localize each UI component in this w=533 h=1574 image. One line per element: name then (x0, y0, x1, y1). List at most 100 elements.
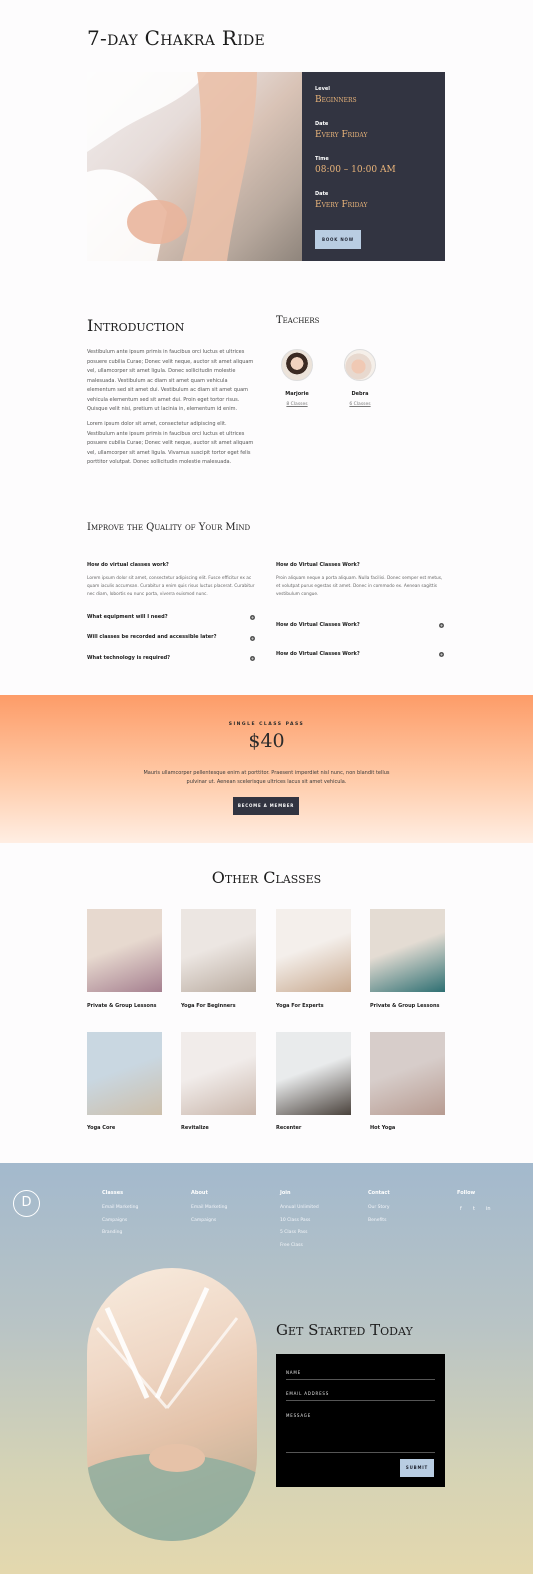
footer-link[interactable]: Annual Unlimited (280, 1205, 319, 1210)
expand-plus-icon[interactable]: + (250, 615, 255, 620)
class-thumbnail[interactable] (181, 1032, 256, 1115)
name-input[interactable] (286, 1379, 435, 1380)
expand-plus-icon[interactable]: + (250, 656, 255, 661)
class-title[interactable]: Recenter (276, 1125, 366, 1131)
class-thumbnail[interactable] (87, 1032, 162, 1115)
class-card[interactable]: Yoga For Experts (276, 909, 351, 1009)
class-card[interactable]: Private & Group Lessons (370, 909, 445, 1009)
footer-link[interactable]: Campaigns (102, 1218, 127, 1223)
footer-photo (87, 1268, 257, 1541)
intro-paragraph-1: Vestibulum ante ipsum primis in faucibus… (87, 349, 254, 412)
page-title: 7-day Chakra Ride (87, 26, 266, 50)
class-title[interactable]: Private & Group Lessons (87, 1003, 177, 1009)
faq-question[interactable]: What technology is required? (87, 655, 170, 661)
date-label-2: Date (315, 191, 329, 197)
message-label: MESSAGE (286, 1413, 312, 1418)
expand-plus-icon[interactable]: + (439, 623, 444, 628)
intro-paragraph-2: Lorem ipsum dolor sit amet, consectetur … (87, 421, 254, 465)
footer (0, 1163, 533, 1574)
name-label: NAME (286, 1370, 301, 1375)
class-thumbnail[interactable] (87, 909, 162, 992)
class-thumbnail[interactable] (370, 909, 445, 992)
linkedin-icon[interactable]: in (486, 1206, 491, 1212)
teacher-name: Debra (351, 391, 369, 397)
class-title[interactable]: Yoga For Experts (276, 1003, 366, 1009)
pass-description: Mauris ullamcorper pellentesque enim at … (143, 770, 390, 785)
other-classes-title: Other Classes (211, 868, 322, 887)
faq-question[interactable]: How do Virtual Classes Work? (276, 622, 360, 628)
footer-link[interactable]: Benefits (368, 1218, 386, 1223)
site-logo[interactable]: D (13, 1190, 40, 1217)
expand-plus-icon[interactable]: + (250, 636, 255, 641)
faq-question[interactable]: Will classes be recorded and accessible … (87, 634, 217, 640)
email-label: EMAIL ADDRESS (286, 1391, 330, 1396)
footer-column-heading: Contact (368, 1190, 390, 1196)
teacher-avatar (344, 349, 376, 381)
hero-photo (87, 72, 302, 261)
class-card[interactable]: Private & Group Lessons (87, 909, 162, 1009)
teacher-classes-link[interactable]: 6 Classes (330, 402, 390, 407)
teacher-card[interactable]: Debra 6 Classes (330, 349, 390, 407)
footer-column-heading: About (191, 1190, 208, 1196)
class-thumbnail[interactable] (276, 909, 351, 992)
book-now-button[interactable]: BOOK NOW (315, 230, 361, 249)
twitter-icon[interactable]: t (473, 1206, 475, 1212)
follow-heading: Follow (457, 1190, 476, 1196)
faq-answer: Proin aliquam neque a porta aliquam. Nul… (276, 576, 443, 597)
level-value: Beginners (315, 95, 357, 105)
back-pose-illustration (87, 1286, 257, 1541)
teacher-avatar (281, 349, 313, 381)
footer-column-heading: Classes (102, 1190, 124, 1196)
footer-link[interactable]: 5 Class Pass (280, 1230, 308, 1235)
footer-link[interactable]: Email Marketing (191, 1205, 227, 1210)
class-card[interactable]: Yoga For Beginners (181, 909, 256, 1009)
pass-price: $40 (248, 730, 285, 752)
expand-plus-icon[interactable]: + (439, 652, 444, 657)
class-title[interactable]: Hot Yoga (370, 1125, 460, 1131)
submit-button[interactable]: SUBMIT (400, 1459, 434, 1477)
footer-link[interactable]: Our Story (368, 1205, 390, 1210)
become-member-button[interactable]: BECOME A MEMBER (233, 797, 299, 815)
date-value-2: Every Friday (315, 200, 368, 210)
hero-hands-illustration (87, 72, 257, 261)
teacher-classes-link[interactable]: 8 Classes (267, 402, 327, 407)
facebook-icon[interactable]: f (460, 1206, 462, 1212)
class-thumbnail[interactable] (181, 909, 256, 992)
class-title[interactable]: Private & Group Lessons (370, 1003, 460, 1009)
faq-title: Improve the Quality of Your Mind (87, 522, 251, 533)
get-started-title: Get Started Today (276, 1321, 413, 1339)
class-title[interactable]: Revitalize (181, 1125, 271, 1131)
time-label: Time (315, 156, 329, 162)
teacher-name: Marjorie (285, 391, 309, 397)
class-details-panel: Level Beginners Date Every Friday Time 0… (302, 72, 445, 261)
teachers-title: Teachers (276, 315, 320, 326)
class-card[interactable]: Yoga Core (87, 1032, 162, 1131)
faq-question[interactable]: What equipment will I need? (87, 614, 168, 620)
message-textarea[interactable] (286, 1452, 435, 1453)
email-input[interactable] (286, 1400, 435, 1401)
faq-question[interactable]: How do Virtual Classes Work? (276, 651, 360, 657)
footer-link[interactable]: 10 Class Pass (280, 1218, 310, 1223)
class-thumbnail[interactable] (276, 1032, 351, 1115)
footer-link[interactable]: Campaigns (191, 1218, 216, 1223)
faq-answer: Lorem ipsum dolor sit amet, consectetur … (87, 576, 255, 597)
teacher-card[interactable]: Marjorie 8 Classes (267, 349, 327, 407)
faq-question-open[interactable]: How do virtual classes work? (87, 562, 257, 568)
footer-link[interactable]: Email Marketing (102, 1205, 138, 1210)
class-card[interactable]: Hot Yoga (370, 1032, 445, 1131)
footer-link[interactable]: Free Class (280, 1243, 303, 1248)
intro-title: Introduction (87, 316, 185, 335)
faq-question-open[interactable]: How do Virtual Classes Work? (276, 562, 445, 568)
time-value: 08:00 – 10:00 AM (315, 165, 396, 175)
footer-column-heading: Join (280, 1190, 291, 1196)
class-title[interactable]: Yoga Core (87, 1125, 177, 1131)
class-title[interactable]: Yoga For Beginners (181, 1003, 271, 1009)
class-card[interactable]: Revitalize (181, 1032, 256, 1131)
class-card[interactable]: Recenter (276, 1032, 351, 1131)
date-label: Date (315, 121, 329, 127)
date-value: Every Friday (315, 130, 368, 140)
footer-link[interactable]: Branding (102, 1230, 122, 1235)
level-label: Level (315, 86, 330, 92)
pass-label: SINGLE CLASS PASS (228, 722, 305, 727)
class-thumbnail[interactable] (370, 1032, 445, 1115)
